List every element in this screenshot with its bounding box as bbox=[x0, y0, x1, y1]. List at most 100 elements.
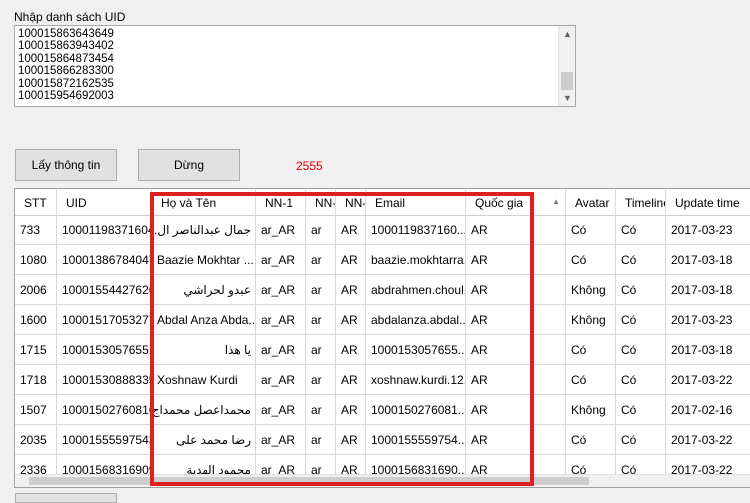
cell-nn2[interactable]: ar bbox=[306, 425, 336, 455]
header-nn3[interactable]: NN-3 bbox=[336, 189, 366, 215]
cell-uid[interactable]: 100015308883355 bbox=[57, 365, 152, 395]
cell-email[interactable]: 1000150276081... bbox=[366, 395, 466, 425]
cell-uid[interactable]: 100011983716045 bbox=[57, 215, 152, 245]
cell-nn1[interactable]: ar_AR bbox=[256, 275, 306, 305]
cell-update-time[interactable]: 2017-03-18 bbox=[666, 245, 750, 275]
cell-timeline[interactable]: Có bbox=[616, 335, 666, 365]
cell-uid[interactable]: 100015544276267 bbox=[57, 275, 152, 305]
cell-full-name[interactable]: Baazie Mokhtar ... bbox=[152, 245, 256, 275]
header-email[interactable]: Email bbox=[366, 189, 466, 215]
cell-update-time[interactable]: 2017-03-23 bbox=[666, 215, 750, 245]
cell-timeline[interactable]: Có bbox=[616, 245, 666, 275]
cell-country[interactable]: AR bbox=[466, 425, 566, 455]
cell-update-time[interactable]: 2017-03-23 bbox=[666, 305, 750, 335]
cell-full-name[interactable]: Abdal Anza Abda... bbox=[152, 305, 256, 335]
cell-country[interactable]: AR bbox=[466, 275, 566, 305]
cell-timeline[interactable]: Có bbox=[616, 275, 666, 305]
cell-full-name[interactable]: جمال عبدالناصر ال... bbox=[152, 215, 256, 245]
table-row[interactable]: 2006100015544276267عبدو لحراشيar_ARarARa… bbox=[15, 275, 750, 305]
cell-nn2[interactable]: ar bbox=[306, 275, 336, 305]
cell-stt[interactable]: 1715 bbox=[15, 335, 57, 365]
scrollbar-thumb[interactable] bbox=[561, 72, 573, 90]
cell-uid[interactable]: 100013867840474 bbox=[57, 245, 152, 275]
cell-nn3[interactable]: AR bbox=[336, 275, 366, 305]
cell-nn1[interactable]: ar_AR bbox=[256, 425, 306, 455]
table-row[interactable]: 733 100011983716045 جمال عبدالناصر ال... ar… bbox=[15, 215, 750, 245]
cell-update-time[interactable]: 2017-03-22 bbox=[666, 365, 750, 395]
cell-email[interactable]: 1000155559754... bbox=[366, 425, 466, 455]
cell-email[interactable]: 1000153057655... bbox=[366, 335, 466, 365]
header-full-name[interactable]: Họ và Tên bbox=[152, 189, 256, 215]
table-row[interactable]: 2035100015555975434رضا محمد علیar_ARarAR… bbox=[15, 425, 750, 455]
cell-nn2[interactable]: ar bbox=[306, 335, 336, 365]
cell-update-time[interactable]: 2017-03-22 bbox=[666, 425, 750, 455]
cell-nn3[interactable]: AR bbox=[336, 245, 366, 275]
table-row[interactable]: 1507100015027608165محمداعصل محمداجar_ARa… bbox=[15, 395, 750, 425]
header-timeline[interactable]: Timeline bbox=[616, 189, 666, 215]
cell-stt[interactable]: 2035 bbox=[15, 425, 57, 455]
header-country[interactable]: Quốc gia ▲ bbox=[466, 189, 566, 215]
cell-email[interactable]: abdalanza.abdal... bbox=[366, 305, 466, 335]
cell-stt[interactable]: 733 bbox=[15, 215, 57, 245]
cell-uid[interactable]: 100015305765514 bbox=[57, 335, 152, 365]
cell-country[interactable]: AR bbox=[466, 245, 566, 275]
data-grid[interactable]: STT UID Họ và Tên NN-1 NN-2 NN-3 Email Q… bbox=[14, 188, 750, 488]
uid-vertical-scrollbar[interactable]: ▲ ▼ bbox=[558, 26, 575, 106]
cell-nn3[interactable]: AR bbox=[336, 425, 366, 455]
cell-timeline[interactable]: Có bbox=[616, 215, 666, 245]
cell-avatar[interactable]: Có bbox=[566, 245, 616, 275]
cell-uid[interactable]: 100015170532774 bbox=[57, 305, 152, 335]
header-avatar[interactable]: Avatar bbox=[566, 189, 616, 215]
cell-nn3[interactable]: AR bbox=[336, 335, 366, 365]
cell-uid[interactable]: 100015555975434 bbox=[57, 425, 152, 455]
cell-nn1[interactable]: ar_AR bbox=[256, 245, 306, 275]
scrollbar-thumb[interactable] bbox=[29, 477, 589, 485]
cell-full-name[interactable]: Xoshnaw Kurdi bbox=[152, 365, 256, 395]
cell-avatar[interactable]: Có bbox=[566, 425, 616, 455]
grid-horizontal-scrollbar[interactable] bbox=[15, 474, 750, 487]
cell-nn3[interactable]: AR bbox=[336, 305, 366, 335]
cell-timeline[interactable]: Có bbox=[616, 425, 666, 455]
uid-textarea[interactable]: 100015863643649 100015863943402 10001586… bbox=[14, 25, 576, 107]
cell-email[interactable]: 1000119837160... bbox=[366, 215, 466, 245]
cell-stt[interactable]: 2006 bbox=[15, 275, 57, 305]
cell-avatar[interactable]: Không bbox=[566, 305, 616, 335]
bottom-button-partial[interactable] bbox=[15, 493, 117, 503]
header-nn2[interactable]: NN-2 bbox=[306, 189, 336, 215]
cell-nn1[interactable]: ar_AR bbox=[256, 335, 306, 365]
header-stt[interactable]: STT bbox=[15, 189, 57, 215]
cell-avatar[interactable]: Không bbox=[566, 275, 616, 305]
cell-full-name[interactable]: يا هذا bbox=[152, 335, 256, 365]
cell-full-name[interactable]: عبدو لحراشي bbox=[152, 275, 256, 305]
cell-nn2[interactable]: ar bbox=[306, 365, 336, 395]
cell-nn2[interactable]: ar bbox=[306, 215, 336, 245]
scroll-down-arrow-icon[interactable]: ▼ bbox=[559, 90, 575, 106]
cell-update-time[interactable]: 2017-02-16 bbox=[666, 395, 750, 425]
cell-nn1[interactable]: ar_AR bbox=[256, 305, 306, 335]
cell-stt[interactable]: 1080 bbox=[15, 245, 57, 275]
cell-email[interactable]: xoshnaw.kurdi.12... bbox=[366, 365, 466, 395]
cell-country[interactable]: AR bbox=[466, 395, 566, 425]
cell-stt[interactable]: 1718 bbox=[15, 365, 57, 395]
cell-full-name[interactable]: رضا محمد علی bbox=[152, 425, 256, 455]
cell-nn1[interactable]: ar_AR bbox=[256, 215, 306, 245]
fetch-info-button[interactable]: Lấy thông tin bbox=[15, 149, 117, 181]
cell-nn2[interactable]: ar bbox=[306, 395, 336, 425]
cell-timeline[interactable]: Có bbox=[616, 305, 666, 335]
cell-country[interactable]: AR bbox=[466, 215, 566, 245]
cell-nn2[interactable]: ar bbox=[306, 305, 336, 335]
header-update-time[interactable]: Update time bbox=[666, 189, 750, 215]
cell-avatar[interactable]: Không bbox=[566, 395, 616, 425]
cell-avatar[interactable]: Có bbox=[566, 215, 616, 245]
cell-nn3[interactable]: AR bbox=[336, 395, 366, 425]
cell-email[interactable]: baazie.mokhtarra... bbox=[366, 245, 466, 275]
cell-stt[interactable]: 1507 bbox=[15, 395, 57, 425]
cell-update-time[interactable]: 2017-03-18 bbox=[666, 335, 750, 365]
cell-nn1[interactable]: ar_AR bbox=[256, 395, 306, 425]
header-nn1[interactable]: NN-1 bbox=[256, 189, 306, 215]
cell-country[interactable]: AR bbox=[466, 365, 566, 395]
table-row[interactable]: 1718100015308883355Xoshnaw Kurdiar_ARarA… bbox=[15, 365, 750, 395]
table-row[interactable]: 1080100013867840474Baazie Mokhtar ...ar_… bbox=[15, 245, 750, 275]
cell-nn2[interactable]: ar bbox=[306, 245, 336, 275]
cell-timeline[interactable]: Có bbox=[616, 365, 666, 395]
